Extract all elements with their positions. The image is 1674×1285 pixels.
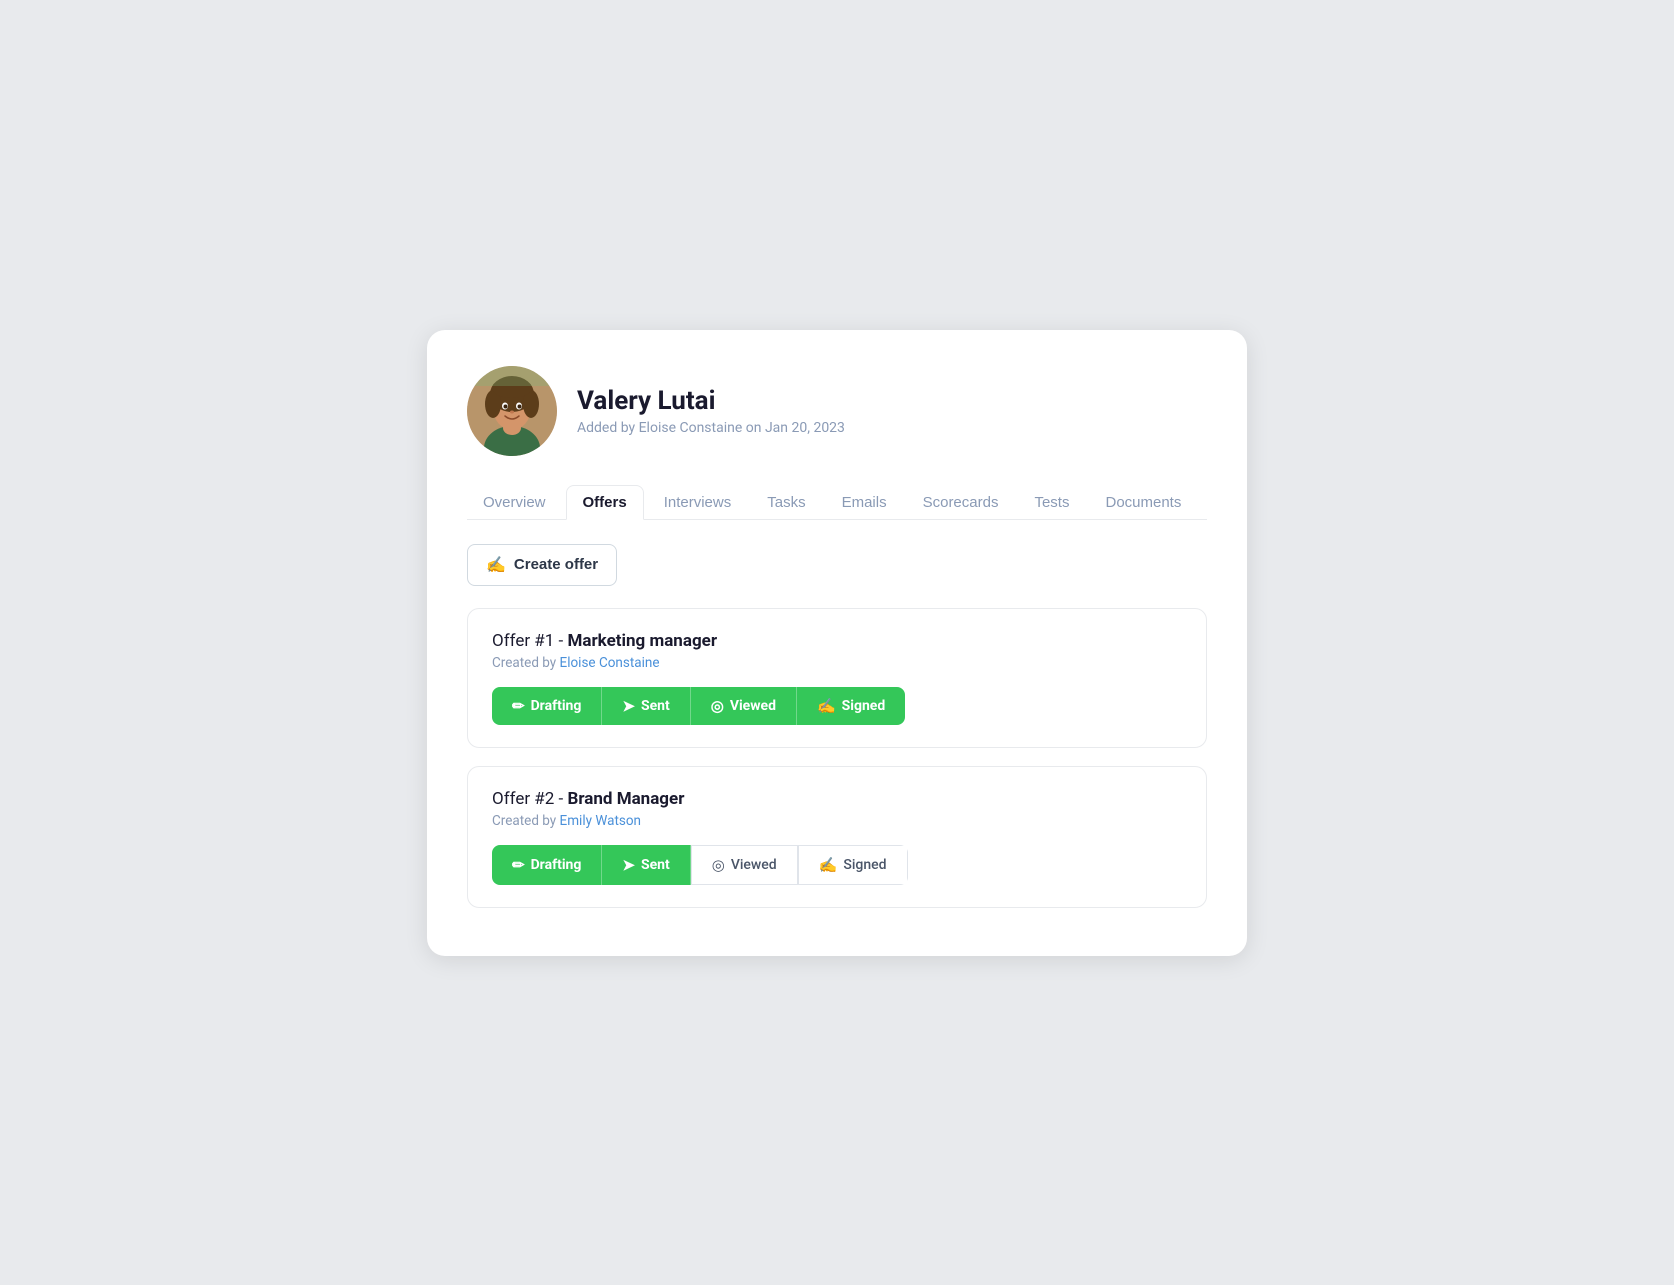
drafting-icon: ✏ xyxy=(512,697,525,715)
viewed-label-2: Viewed xyxy=(731,857,777,873)
offer-2-status-bar: ✏ Drafting ➤ Sent ◎ Viewed ✍ Signed xyxy=(492,845,908,885)
profile-name: Valery Lutai xyxy=(577,386,845,416)
drafting-icon-2: ✏ xyxy=(512,856,525,874)
sent-label: Sent xyxy=(641,698,670,714)
offer-2-step-viewed[interactable]: ◎ Viewed xyxy=(691,845,798,885)
offer-1-step-sent[interactable]: ➤ Sent xyxy=(602,687,690,725)
profile-section: Valery Lutai Added by Eloise Constaine o… xyxy=(467,366,1207,456)
profile-subtitle: Added by Eloise Constaine on Jan 20, 202… xyxy=(577,420,845,436)
sent-icon-2: ➤ xyxy=(622,856,635,874)
tab-scorecards[interactable]: Scorecards xyxy=(907,486,1015,519)
signed-label-2: Signed xyxy=(843,857,886,873)
create-offer-icon: ✍ xyxy=(486,555,506,575)
offer-2-step-drafting[interactable]: ✏ Drafting xyxy=(492,845,602,885)
offer-2-creator: Created by Emily Watson xyxy=(492,813,1182,829)
offer-card-2: Offer #2 - Brand Manager Created by Emil… xyxy=(467,766,1207,908)
tab-interviews[interactable]: Interviews xyxy=(648,486,748,519)
offer-2-title: Offer #2 - Brand Manager xyxy=(492,789,1182,809)
signed-label: Signed xyxy=(842,698,886,714)
tab-tasks[interactable]: Tasks xyxy=(751,486,821,519)
viewed-icon: ◎ xyxy=(711,697,724,715)
viewed-label: Viewed xyxy=(730,698,776,714)
tab-offers[interactable]: Offers xyxy=(566,485,644,520)
viewed-icon-2: ◎ xyxy=(712,856,725,874)
offer-1-title: Offer #1 - Marketing manager xyxy=(492,631,1182,651)
offer-1-prefix: Offer #1 - xyxy=(492,631,567,651)
avatar xyxy=(467,366,557,456)
offer-1-step-viewed[interactable]: ◎ Viewed xyxy=(691,687,797,725)
sent-label-2: Sent xyxy=(641,857,670,873)
offer-1-step-signed[interactable]: ✍ Signed xyxy=(797,687,905,725)
signed-icon: ✍ xyxy=(817,697,836,715)
offer-1-status-bar: ✏ Drafting ➤ Sent ◎ Viewed ✍ Signed xyxy=(492,687,905,725)
profile-info: Valery Lutai Added by Eloise Constaine o… xyxy=(577,386,845,436)
tab-tests[interactable]: Tests xyxy=(1018,486,1085,519)
offer-2-step-sent[interactable]: ➤ Sent xyxy=(602,845,690,885)
offer-1-role: Marketing manager xyxy=(567,631,717,651)
create-offer-button[interactable]: ✍ Create offer xyxy=(467,544,617,586)
offer-1-creator-link[interactable]: Eloise Constaine xyxy=(560,655,660,671)
signed-icon-2: ✍ xyxy=(819,856,838,874)
main-card: Valery Lutai Added by Eloise Constaine o… xyxy=(427,330,1247,956)
tab-emails[interactable]: Emails xyxy=(826,486,903,519)
drafting-label-2: Drafting xyxy=(531,857,582,873)
offer-1-creator: Created by Eloise Constaine xyxy=(492,655,1182,671)
tabs-nav: Overview Offers Interviews Tasks Emails … xyxy=(467,484,1207,520)
offer-card-1: Offer #1 - Marketing manager Created by … xyxy=(467,608,1207,748)
offer-2-creator-link[interactable]: Emily Watson xyxy=(560,813,641,829)
drafting-label: Drafting xyxy=(531,698,582,714)
offer-2-prefix: Offer #2 - xyxy=(492,789,567,809)
create-offer-label: Create offer xyxy=(514,556,598,573)
offer-2-role: Brand Manager xyxy=(567,789,684,809)
tab-overview[interactable]: Overview xyxy=(467,486,562,519)
offer-2-step-signed[interactable]: ✍ Signed xyxy=(798,845,908,885)
tab-documents[interactable]: Documents xyxy=(1089,486,1197,519)
offer-1-step-drafting[interactable]: ✏ Drafting xyxy=(492,687,602,725)
sent-icon: ➤ xyxy=(622,697,635,715)
